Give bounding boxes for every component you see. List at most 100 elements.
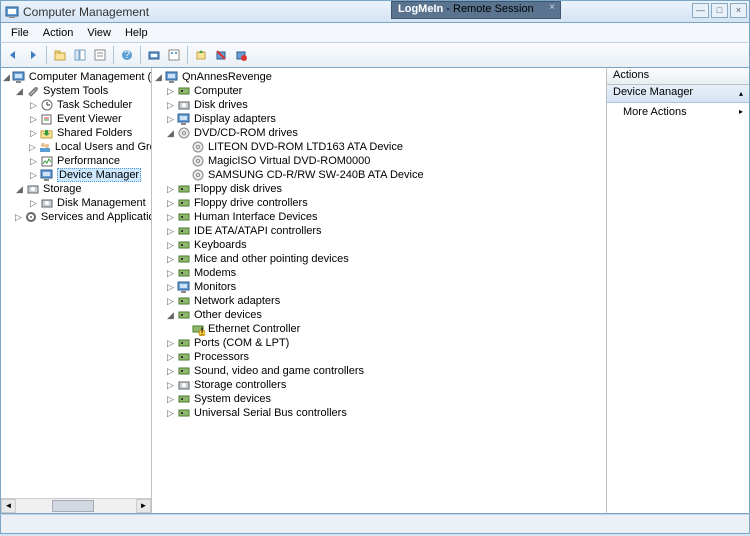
expand-icon[interactable]: ◢ bbox=[154, 73, 163, 82]
remote-session-badge[interactable]: LogMeIn - Remote Session × bbox=[391, 1, 561, 19]
tree-node[interactable]: ▷ Local Users and Groups bbox=[1, 140, 151, 154]
expand-icon[interactable]: ▷ bbox=[166, 115, 175, 124]
expand-icon[interactable]: ▷ bbox=[29, 199, 38, 208]
properties-button[interactable] bbox=[91, 46, 109, 64]
expand-icon[interactable]: ◢ bbox=[15, 185, 24, 194]
expand-icon[interactable]: ▷ bbox=[29, 143, 36, 152]
expand-icon[interactable]: ▷ bbox=[166, 381, 175, 390]
expand-icon[interactable]: ▷ bbox=[166, 199, 175, 208]
show-hide-tree-button[interactable] bbox=[71, 46, 89, 64]
tree-node[interactable]: ▷ Shared Folders bbox=[1, 126, 151, 140]
expand-icon[interactable]: ▷ bbox=[29, 115, 38, 124]
expand-icon[interactable]: ▷ bbox=[166, 353, 175, 362]
tree-node[interactable]: ▷ Device Manager bbox=[1, 168, 151, 182]
tree-node[interactable]: SAMSUNG CD-R/RW SW-240B ATA Device bbox=[152, 168, 606, 182]
help-button[interactable]: ? bbox=[118, 46, 136, 64]
minimize-button[interactable]: — bbox=[692, 3, 709, 18]
tree-node[interactable]: ▷ Universal Serial Bus controllers bbox=[152, 406, 606, 420]
expand-icon[interactable]: ▷ bbox=[29, 157, 38, 166]
scan-hardware-button[interactable] bbox=[145, 46, 163, 64]
tree-node[interactable]: ▷ Floppy disk drives bbox=[152, 182, 606, 196]
back-button[interactable] bbox=[4, 46, 22, 64]
tree-node[interactable]: ◢ System Tools bbox=[1, 84, 151, 98]
menu-view[interactable]: View bbox=[81, 26, 117, 40]
expand-icon[interactable]: ▷ bbox=[166, 283, 175, 292]
expand-icon[interactable]: ▷ bbox=[166, 87, 175, 96]
tree-node[interactable]: ▷ Processors bbox=[152, 350, 606, 364]
tree-node[interactable]: ▷ Floppy drive controllers bbox=[152, 196, 606, 210]
tree-node[interactable]: ▷ Event Viewer bbox=[1, 112, 151, 126]
tree-node[interactable]: ▷ Sound, video and game controllers bbox=[152, 364, 606, 378]
expand-icon[interactable]: ▷ bbox=[166, 213, 175, 222]
expand-icon[interactable]: ▷ bbox=[29, 101, 38, 110]
scroll-track[interactable] bbox=[16, 499, 136, 513]
tree-node[interactable]: ▷ Monitors bbox=[152, 280, 606, 294]
tree-node[interactable]: MagicISO Virtual DVD-ROM0000 bbox=[152, 154, 606, 168]
expand-icon[interactable]: ▷ bbox=[15, 213, 22, 222]
tree-node[interactable]: ▷ Performance bbox=[1, 154, 151, 168]
device-tree[interactable]: ◢ QnAnnesRevenge ▷ Computer ▷ Disk drive… bbox=[152, 68, 606, 422]
close-button[interactable]: × bbox=[730, 3, 747, 18]
view-devices-button[interactable] bbox=[165, 46, 183, 64]
expand-icon[interactable]: ◢ bbox=[3, 73, 10, 82]
expand-icon[interactable]: ▷ bbox=[166, 409, 175, 418]
tree-node[interactable]: ▷ Modems bbox=[152, 266, 606, 280]
console-tree[interactable]: ◢ Computer Management (Local ◢ System To… bbox=[1, 68, 151, 226]
tree-node[interactable]: ▷ IDE ATA/ATAPI controllers bbox=[152, 224, 606, 238]
expand-icon[interactable]: ▷ bbox=[166, 255, 175, 264]
scroll-left-button[interactable]: ◄ bbox=[1, 499, 16, 513]
forward-button[interactable] bbox=[24, 46, 42, 64]
tree-node[interactable]: ◢ QnAnnesRevenge bbox=[152, 70, 606, 84]
tree-node[interactable]: ◢ Other devices bbox=[152, 308, 606, 322]
expand-icon[interactable]: ▷ bbox=[166, 227, 175, 236]
tree-node[interactable]: ▷ Mice and other pointing devices bbox=[152, 252, 606, 266]
tree-node[interactable]: ▷ Keyboards bbox=[152, 238, 606, 252]
expand-icon[interactable]: ◢ bbox=[15, 87, 24, 96]
scroll-thumb[interactable] bbox=[52, 500, 94, 512]
actions-section[interactable]: Device Manager ▴ bbox=[607, 85, 749, 103]
expand-icon[interactable]: ▷ bbox=[166, 297, 175, 306]
menu-file[interactable]: File bbox=[5, 26, 35, 40]
scroll-right-button[interactable]: ► bbox=[136, 499, 151, 513]
expand-icon[interactable]: ▷ bbox=[166, 269, 175, 278]
expand-icon[interactable]: ▷ bbox=[166, 367, 175, 376]
up-button[interactable] bbox=[51, 46, 69, 64]
tree-node[interactable]: ▷ Disk Management bbox=[1, 196, 151, 210]
expand-icon[interactable]: ▷ bbox=[166, 185, 175, 194]
horizontal-scrollbar[interactable]: ◄ ► bbox=[1, 498, 151, 513]
tree-node[interactable]: ▷ Network adapters bbox=[152, 294, 606, 308]
tree-node[interactable]: ◢ Storage bbox=[1, 182, 151, 196]
expand-icon[interactable]: ▷ bbox=[29, 129, 38, 138]
expand-icon[interactable]: ▷ bbox=[166, 241, 175, 250]
tree-node[interactable]: ▷ Task Scheduler bbox=[1, 98, 151, 112]
tree-node[interactable]: ▷ Disk drives bbox=[152, 98, 606, 112]
tree-node[interactable]: ▷ System devices bbox=[152, 392, 606, 406]
maximize-button[interactable]: □ bbox=[711, 3, 728, 18]
action-more-actions[interactable]: More Actions ▸ bbox=[607, 103, 749, 121]
tree-node[interactable]: ! Ethernet Controller bbox=[152, 322, 606, 336]
category-icon bbox=[177, 211, 191, 224]
menu-help[interactable]: Help bbox=[119, 26, 154, 40]
tree-node[interactable]: ◢ DVD/CD-ROM drives bbox=[152, 126, 606, 140]
tree-node[interactable]: LITEON DVD-ROM LTD163 ATA Device bbox=[152, 140, 606, 154]
expand-icon[interactable]: ▷ bbox=[166, 395, 175, 404]
remote-close-icon[interactable]: × bbox=[547, 3, 557, 13]
uninstall-button[interactable] bbox=[212, 46, 230, 64]
tree-node[interactable]: ◢ Computer Management (Local bbox=[1, 70, 151, 84]
expand-icon[interactable]: ▷ bbox=[29, 171, 38, 180]
tree-node[interactable]: ▷ Human Interface Devices bbox=[152, 210, 606, 224]
category-icon bbox=[177, 365, 191, 378]
expand-icon[interactable]: ▷ bbox=[166, 339, 175, 348]
tree-node[interactable]: ▷ Ports (COM & LPT) bbox=[152, 336, 606, 350]
menu-action[interactable]: Action bbox=[37, 26, 80, 40]
expand-icon[interactable]: ◢ bbox=[166, 129, 175, 138]
tree-node[interactable]: ▷ Computer bbox=[152, 84, 606, 98]
tree-node[interactable]: ▷ Services and Applications bbox=[1, 210, 151, 224]
update-driver-button[interactable] bbox=[192, 46, 210, 64]
tree-node[interactable]: ▷ Storage controllers bbox=[152, 378, 606, 392]
tree-label: IDE ATA/ATAPI controllers bbox=[194, 225, 322, 237]
tree-node[interactable]: ▷ Display adapters bbox=[152, 112, 606, 126]
expand-icon[interactable]: ▷ bbox=[166, 101, 175, 110]
disable-button[interactable] bbox=[232, 46, 250, 64]
expand-icon[interactable]: ◢ bbox=[166, 311, 175, 320]
